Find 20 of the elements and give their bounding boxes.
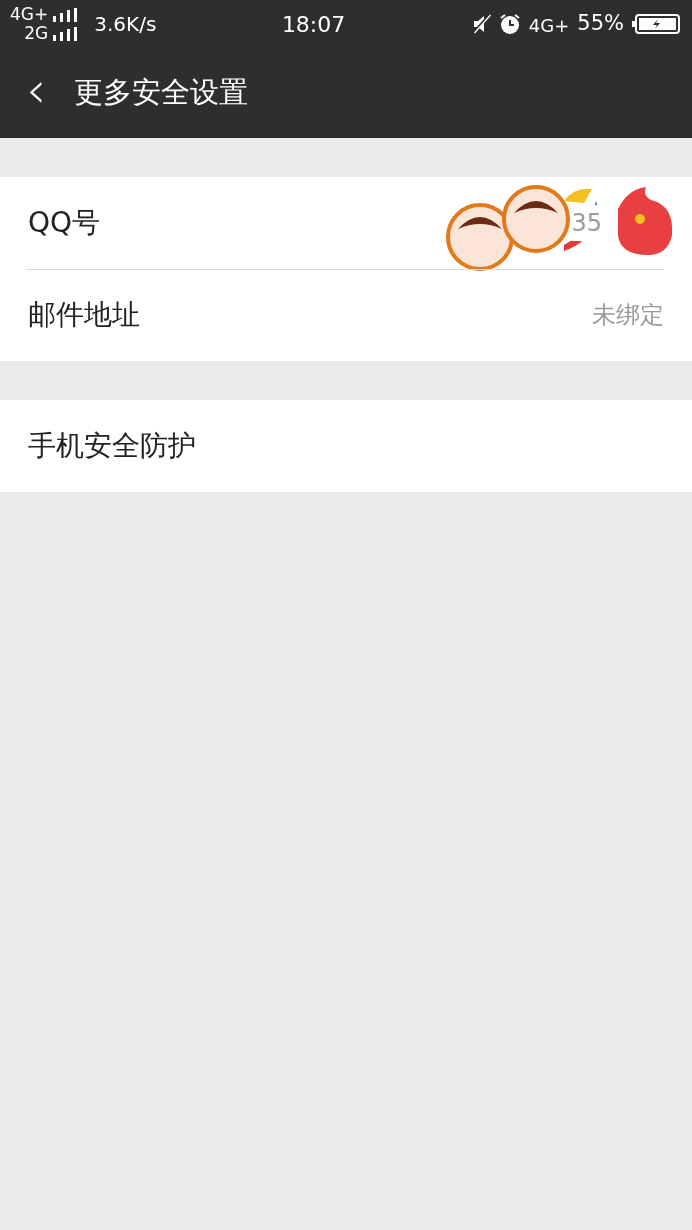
battery-percent: 55% — [577, 10, 624, 38]
battery-icon — [632, 14, 680, 34]
alarm-icon — [498, 13, 521, 35]
row-label: QQ号 — [28, 205, 101, 241]
row-label: 邮件地址 — [28, 297, 140, 333]
page-title: 更多安全设置 — [74, 74, 248, 112]
settings-row[interactable]: 邮件地址 未绑定 — [0, 269, 692, 361]
settings-row[interactable]: 手机安全防护 — [0, 400, 692, 492]
signal-icon — [52, 26, 79, 41]
network-label: 4G+ — [528, 14, 570, 39]
network-label: 2G — [24, 24, 49, 43]
settings-row[interactable]: QQ号 35 — [0, 177, 692, 269]
row-value: 未绑定 — [592, 300, 664, 331]
back-button[interactable]: ‹ — [26, 65, 46, 115]
row-label: 手机安全防护 — [28, 428, 196, 464]
signal-icon — [52, 7, 79, 22]
clock: 18:07 — [281, 11, 346, 37]
network-speed: 3.6K/s — [94, 11, 157, 38]
network-label: 4G+ — [10, 5, 49, 24]
row-value: 35 — [571, 205, 602, 241]
